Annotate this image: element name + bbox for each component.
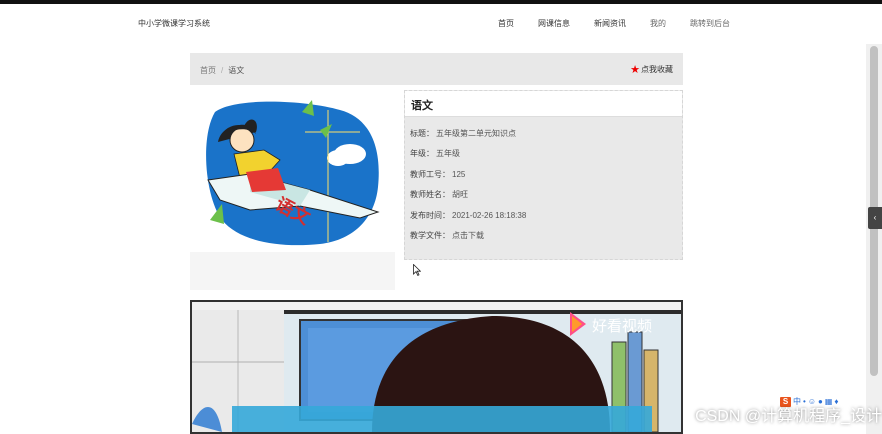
field-value: 五年级 [436,149,460,159]
nav-item-home[interactable]: 首页 [498,18,514,29]
chevron-left-icon: ‹ [873,213,877,222]
course-cover: 语文 [190,92,395,290]
field-label: 教师工号： [410,169,450,179]
site-brand[interactable]: 中小学微课学习系统 [138,18,210,29]
detail-row-publish-time: 发布时间： 2021-02-26 18:18:38 [410,205,677,226]
detail-row-teacher-name: 教师姓名： 胡旺 [410,185,677,206]
nav-item-news[interactable]: 新闻资讯 [594,18,626,29]
breadcrumb-home[interactable]: 首页 [200,66,216,75]
favorite-label: 点我收藏 [641,65,673,74]
field-value: 五年级第二单元知识点 [436,128,516,138]
watermark: CSDN @计算机程序_设计 [695,408,882,425]
field-label: 标题： [410,128,434,138]
breadcrumb-bar: 首页 / 语文 ★点我收藏 [190,53,683,85]
field-label: 发布时间： [410,210,450,220]
breadcrumb-separator: / [221,66,224,75]
nav-item-mine[interactable]: 我的 [650,18,666,29]
detail-row-grade: 年级： 五年级 [410,144,677,165]
detail-row-title: 标题： 五年级第二单元知识点 [410,123,677,144]
detail-title: 语文 [405,91,682,117]
breadcrumb-current: 语文 [228,66,245,75]
field-label: 年级： [410,149,434,159]
nav-item-courses[interactable]: 网课信息 [538,18,570,29]
nav-item-admin[interactable]: 跳转到后台 [690,18,730,29]
side-collapse-tab[interactable]: ‹ [868,207,882,229]
video-player[interactable]: 好看视频 [190,300,683,434]
video-logo-text: 好看视频 [592,317,652,335]
field-value: 胡旺 [452,190,468,200]
detail-row-teacher-id: 教师工号： 125 [410,164,677,185]
navbar: 中小学微课学习系统 首页 网课信息 新闻资讯 我的 跳转到后台 [0,4,866,44]
field-label: 教学文件： [410,231,450,241]
breadcrumb: 首页 / 语文 [200,65,244,76]
cartoon-illustration: 语文 [206,100,380,246]
video-frame: 好看视频 [192,302,681,432]
mouse-cursor-icon [413,264,421,276]
favorite-button[interactable]: ★点我收藏 [630,63,673,76]
cover-image: 语文 [190,92,395,252]
field-value: 125 [452,169,466,179]
detail-fields: 标题： 五年级第二单元知识点 年级： 五年级 教师工号： 125 教师姓名： 胡… [405,117,682,252]
detail-row-file: 教学文件： 点击下载 [410,226,677,247]
main-nav: 首页 网课信息 新闻资讯 我的 跳转到后台 [498,18,866,29]
star-icon: ★ [630,64,640,76]
course-detail-card: 语文 标题： 五年级第二单元知识点 年级： 五年级 教师工号： 125 教师姓名… [404,90,683,260]
download-link[interactable]: 点击下载 [452,230,484,241]
field-value: 2021-02-26 18:18:38 [452,210,527,220]
page-scrollbar[interactable] [866,44,882,434]
field-label: 教师姓名： [410,190,450,200]
